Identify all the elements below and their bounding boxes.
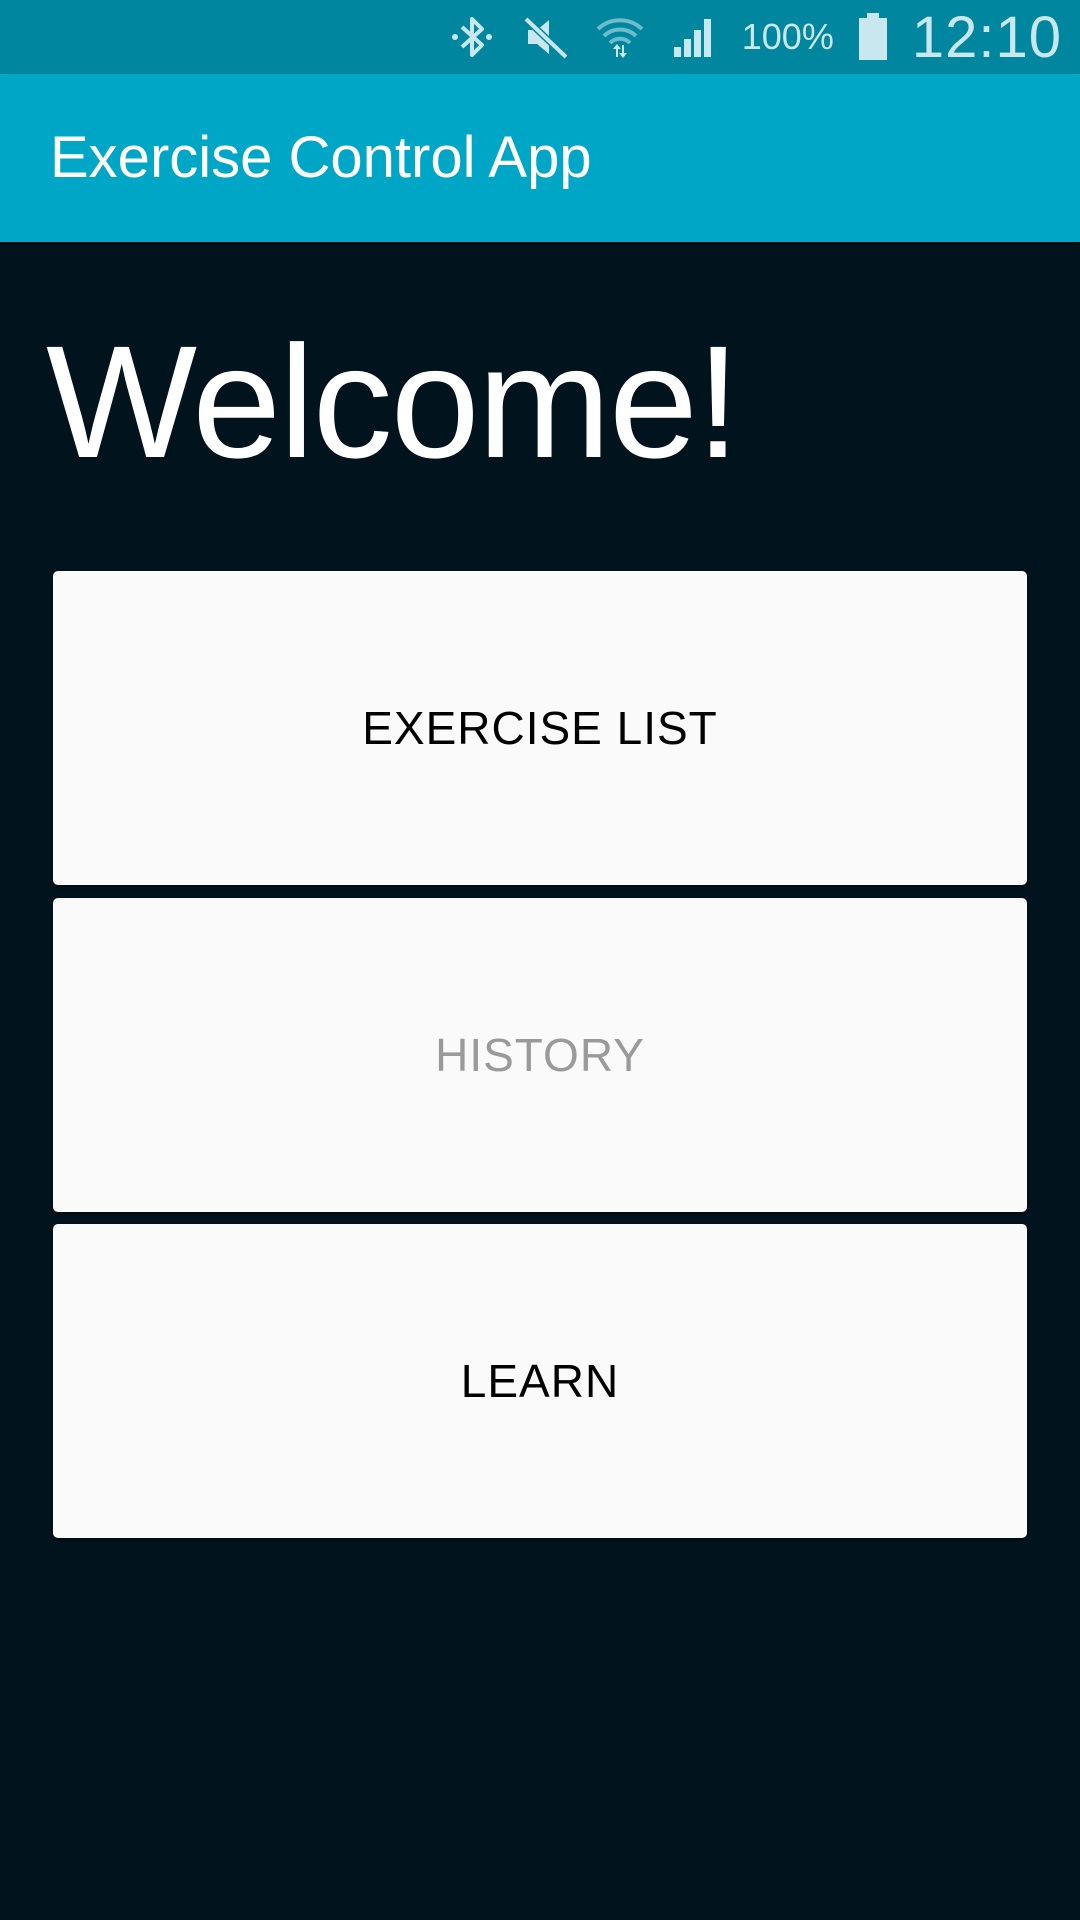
history-button[interactable]: HISTORY	[53, 898, 1027, 1212]
status-bar: 100% 12:10	[0, 0, 1080, 74]
bluetooth-icon	[446, 11, 498, 63]
main-content: Welcome! EXERCISE LIST HISTORY LEARN	[0, 242, 1080, 1920]
exercise-list-button[interactable]: EXERCISE LIST	[53, 571, 1027, 885]
battery-icon	[856, 11, 890, 63]
app-title: Exercise Control App	[50, 125, 592, 190]
clock: 12:10	[911, 4, 1062, 70]
welcome-heading: Welcome!	[46, 312, 740, 491]
mute-icon	[520, 11, 572, 63]
battery-percent: 100%	[741, 16, 834, 57]
learn-button[interactable]: LEARN	[53, 1224, 1027, 1538]
wifi-icon	[594, 11, 646, 63]
signal-icon	[668, 11, 720, 63]
status-icons: 100% 12:10	[446, 0, 1062, 74]
app-bar: Exercise Control App	[0, 74, 1080, 242]
